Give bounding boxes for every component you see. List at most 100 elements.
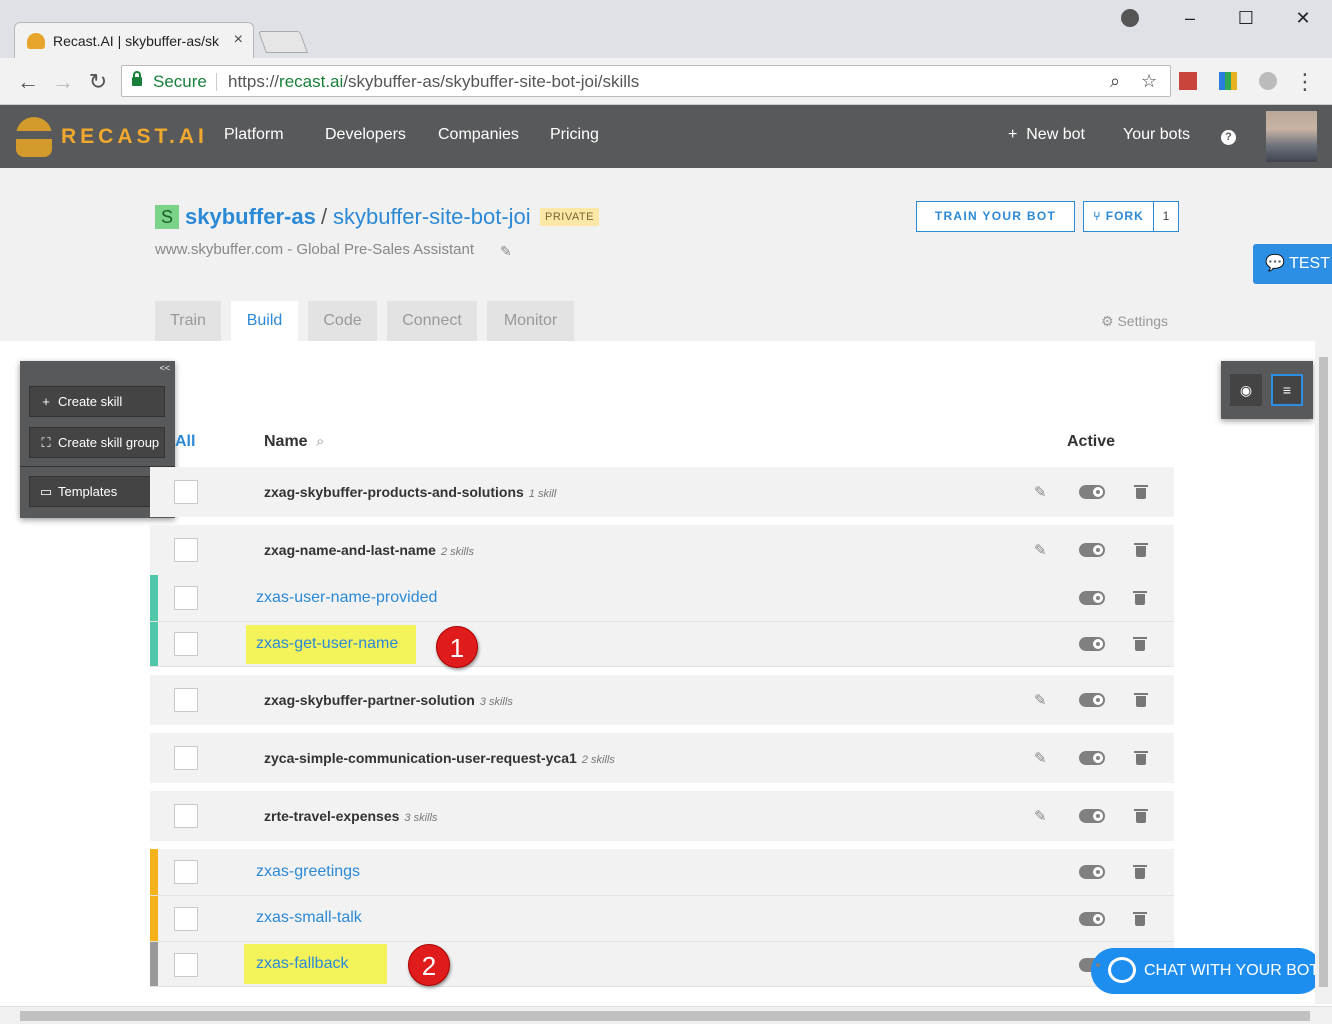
create-skill-group-button[interactable]: ⛶ Create skill group (29, 427, 165, 458)
nav-developers[interactable]: Developers (325, 126, 406, 144)
browser-tab[interactable]: Recast.AI | skybuffer-as/sk × (14, 22, 254, 59)
avatar[interactable] (1266, 111, 1317, 162)
trash-icon[interactable] (1133, 591, 1147, 605)
analytics-extension-icon[interactable] (1219, 72, 1237, 90)
horizontal-scrollbar[interactable] (0, 1006, 1332, 1024)
bookmark-star-icon[interactable]: ☆ (1141, 71, 1157, 92)
nav-platform[interactable]: Platform (224, 126, 284, 144)
active-toggle[interactable] (1079, 591, 1105, 605)
row-checkbox[interactable] (174, 746, 198, 770)
row-checkbox[interactable] (174, 480, 198, 504)
skill-name-link[interactable]: zxas-small-talk (256, 909, 362, 927)
edit-pencil-icon[interactable]: ✎ (1034, 749, 1047, 767)
profile-icon[interactable] (1121, 9, 1139, 27)
row-checkbox[interactable] (174, 953, 198, 977)
skill-group-row[interactable]: zyca-simple-communication-user-request-y… (150, 733, 1174, 783)
menu-dots-icon[interactable]: ⋮ (1292, 69, 1318, 95)
logo-text[interactable]: RECAST.AI (61, 125, 208, 149)
nav-companies[interactable]: Companies (438, 126, 519, 144)
collapse-panel-icon[interactable]: << (159, 363, 170, 373)
trash-icon[interactable] (1134, 693, 1148, 707)
reload-icon[interactable]: ↻ (85, 69, 111, 95)
trash-icon[interactable] (1133, 865, 1147, 879)
skill-row[interactable]: zxas-fallback 2 (150, 942, 1174, 987)
skill-row[interactable]: zxas-greetings (150, 849, 1174, 896)
trash-icon[interactable] (1134, 485, 1148, 499)
nav-pricing[interactable]: Pricing (550, 126, 599, 144)
recast-logo-icon[interactable] (16, 117, 52, 157)
trash-icon[interactable] (1134, 751, 1148, 765)
tab-code[interactable]: Code (308, 301, 377, 341)
active-toggle[interactable] (1079, 637, 1105, 651)
skill-group-name[interactable]: zyca-simple-communication-user-request-y… (264, 750, 615, 766)
skill-group-row[interactable]: zxag-name-and-last-name 2 skills ✎ (150, 525, 1174, 575)
pdf-extension-icon[interactable] (1179, 72, 1197, 90)
row-checkbox[interactable] (174, 688, 198, 712)
back-arrow-icon[interactable]: ← (15, 69, 41, 95)
new-bot-link[interactable]: + New bot (1008, 126, 1085, 144)
help-icon[interactable]: ? (1221, 130, 1236, 145)
tab-build[interactable]: Build (231, 301, 298, 341)
skill-name-link[interactable]: zxas-greetings (256, 863, 360, 881)
search-icon[interactable]: ⌕ (316, 433, 324, 450)
trash-icon[interactable] (1133, 637, 1147, 651)
url-text[interactable]: https://recast.ai/skybuffer-as/skybuffer… (228, 72, 639, 92)
eye-icon[interactable]: ◉ (1230, 374, 1262, 406)
active-toggle[interactable] (1079, 865, 1105, 879)
edit-pencil-icon[interactable]: ✎ (1034, 483, 1047, 501)
extension-icon[interactable] (1259, 72, 1277, 90)
test-button[interactable]: 💬 TEST (1253, 244, 1332, 284)
forward-arrow-icon[interactable]: → (50, 69, 76, 95)
skill-name-link[interactable]: zxas-get-user-name (256, 635, 398, 653)
maximize-button[interactable]: ☐ (1231, 8, 1261, 29)
row-checkbox[interactable] (174, 804, 198, 828)
scrollbar-thumb[interactable] (20, 1011, 1310, 1021)
select-all-header[interactable]: All (175, 433, 195, 451)
fork-button[interactable]: ⑂ FORK 1 (1083, 201, 1179, 232)
skill-row[interactable]: zxas-small-talk (150, 896, 1174, 942)
vertical-scrollbar[interactable] (1315, 341, 1332, 1004)
skill-row[interactable]: zxas-user-name-provided (150, 575, 1174, 622)
fork-label[interactable]: ⑂ FORK (1084, 202, 1154, 231)
edit-pencil-icon[interactable]: ✎ (1034, 807, 1047, 825)
trash-icon[interactable] (1133, 912, 1147, 926)
active-toggle[interactable] (1079, 809, 1105, 823)
train-bot-button[interactable]: TRAIN YOUR BOT (916, 201, 1075, 232)
list-view-icon[interactable]: ≡ (1271, 374, 1303, 406)
tab-close-icon[interactable]: × (234, 31, 243, 49)
minimize-button[interactable]: – (1175, 8, 1205, 29)
address-bar[interactable]: Secure https://recast.ai/skybuffer-as/sk… (121, 65, 1171, 97)
trash-icon[interactable] (1134, 543, 1148, 557)
active-toggle[interactable] (1079, 912, 1105, 926)
edit-pencil-icon[interactable]: ✎ (1034, 541, 1047, 559)
zoom-search-icon[interactable]: ⌕ (1110, 71, 1120, 92)
skill-row[interactable]: zxas-get-user-name 1 (150, 622, 1174, 668)
skill-group-row[interactable]: zxag-skybuffer-products-and-solutions 1 s… (150, 467, 1174, 517)
skill-group-name[interactable]: zxag-skybuffer-partner-solution 3 skills (264, 692, 513, 708)
chat-with-bot-button[interactable]: CHAT WITH YOUR BOT (1091, 948, 1322, 994)
templates-button[interactable]: ▭ Templates (29, 476, 165, 507)
skill-name-link[interactable]: zxas-fallback (256, 955, 348, 973)
tab-monitor[interactable]: Monitor (487, 301, 574, 341)
active-toggle[interactable] (1079, 751, 1105, 765)
edit-pencil-icon[interactable]: ✎ (1034, 691, 1047, 709)
settings-link[interactable]: ⚙ Settings (1101, 313, 1168, 330)
skill-group-row[interactable]: zrte-travel-expenses 3 skills ✎ (150, 791, 1174, 841)
row-checkbox[interactable] (174, 860, 198, 884)
skill-group-row[interactable]: zxag-skybuffer-partner-solution 3 skills … (150, 675, 1174, 725)
scrollbar-thumb[interactable] (1319, 357, 1328, 987)
trash-icon[interactable] (1134, 809, 1148, 823)
row-checkbox[interactable] (174, 538, 198, 562)
skill-name-link[interactable]: zxas-user-name-provided (256, 589, 437, 607)
close-window-button[interactable]: ✕ (1288, 8, 1318, 29)
row-checkbox[interactable] (174, 632, 198, 656)
create-skill-button[interactable]: + Create skill (29, 386, 165, 417)
edit-description-icon[interactable]: ✎ (500, 243, 512, 260)
tab-connect[interactable]: Connect (387, 301, 477, 341)
tab-train[interactable]: Train (155, 301, 221, 341)
row-checkbox[interactable] (174, 586, 198, 610)
active-toggle[interactable] (1079, 543, 1105, 557)
your-bots-link[interactable]: Your bots (1123, 126, 1190, 144)
active-toggle[interactable] (1079, 693, 1105, 707)
skill-group-name[interactable]: zrte-travel-expenses 3 skills (264, 808, 437, 824)
